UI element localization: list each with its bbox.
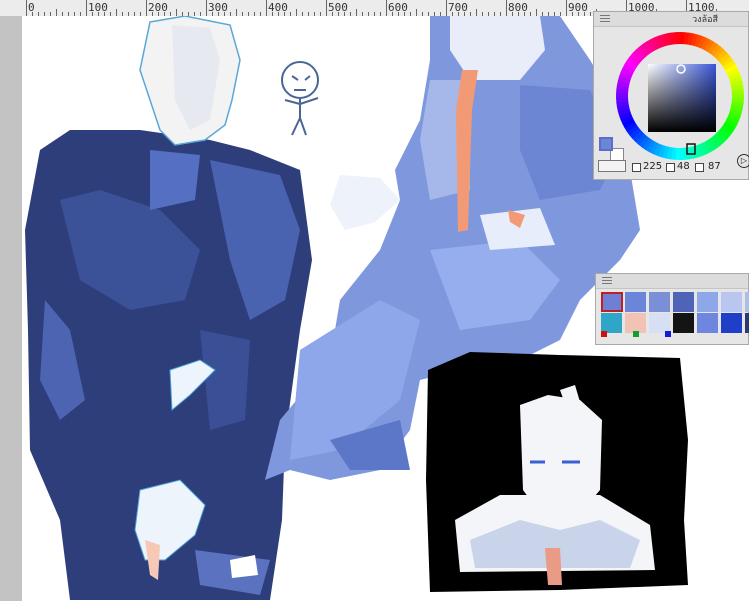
- hue-icon: [632, 163, 641, 172]
- panel-menu-icon[interactable]: [600, 15, 610, 16]
- palette-swatch[interactable]: [721, 313, 743, 333]
- play-arrow-icon[interactable]: ▷: [737, 154, 749, 168]
- color-panel-title: วงล้อสี: [692, 15, 718, 25]
- palette-swatch[interactable]: [649, 292, 671, 312]
- brightness-value: 87: [708, 161, 721, 172]
- palette-swatch[interactable]: [721, 292, 743, 312]
- palette-panel-header[interactable]: [596, 274, 748, 289]
- color-mode-toggle[interactable]: [598, 160, 626, 172]
- palette-swatch[interactable]: [625, 292, 647, 312]
- palette-swatch[interactable]: [745, 313, 749, 333]
- palette-swatch[interactable]: [673, 292, 695, 312]
- palette-swatch[interactable]: [601, 292, 623, 312]
- color-wheel[interactable]: [614, 30, 746, 162]
- palette-group-marker: [633, 331, 639, 337]
- palette-swatch[interactable]: [601, 313, 623, 333]
- hue-value: 225: [643, 161, 663, 172]
- saturation-value: 48: [677, 161, 690, 172]
- color-wheel-panel: วงล้อสี 225 48 87 ▷: [593, 11, 749, 180]
- palette-swatch[interactable]: [697, 313, 719, 333]
- main-color-swatch[interactable]: [599, 137, 613, 151]
- vertical-ruler: [0, 16, 22, 601]
- palette-swatch[interactable]: [649, 313, 671, 333]
- palette-group-marker: [665, 331, 671, 337]
- palette-menu-icon[interactable]: [602, 277, 612, 278]
- saturation-icon: [666, 163, 675, 172]
- palette-swatch[interactable]: [745, 292, 749, 312]
- palette-swatch[interactable]: [697, 292, 719, 312]
- color-values: 225 48 87: [598, 160, 748, 176]
- color-palette-panel: [595, 273, 749, 345]
- palette-swatch[interactable]: [673, 313, 695, 333]
- palette-swatch[interactable]: [625, 313, 647, 333]
- palette-group-marker: [601, 331, 607, 337]
- value-icon: [695, 163, 704, 172]
- color-panel-header[interactable]: วงล้อสี: [594, 12, 748, 27]
